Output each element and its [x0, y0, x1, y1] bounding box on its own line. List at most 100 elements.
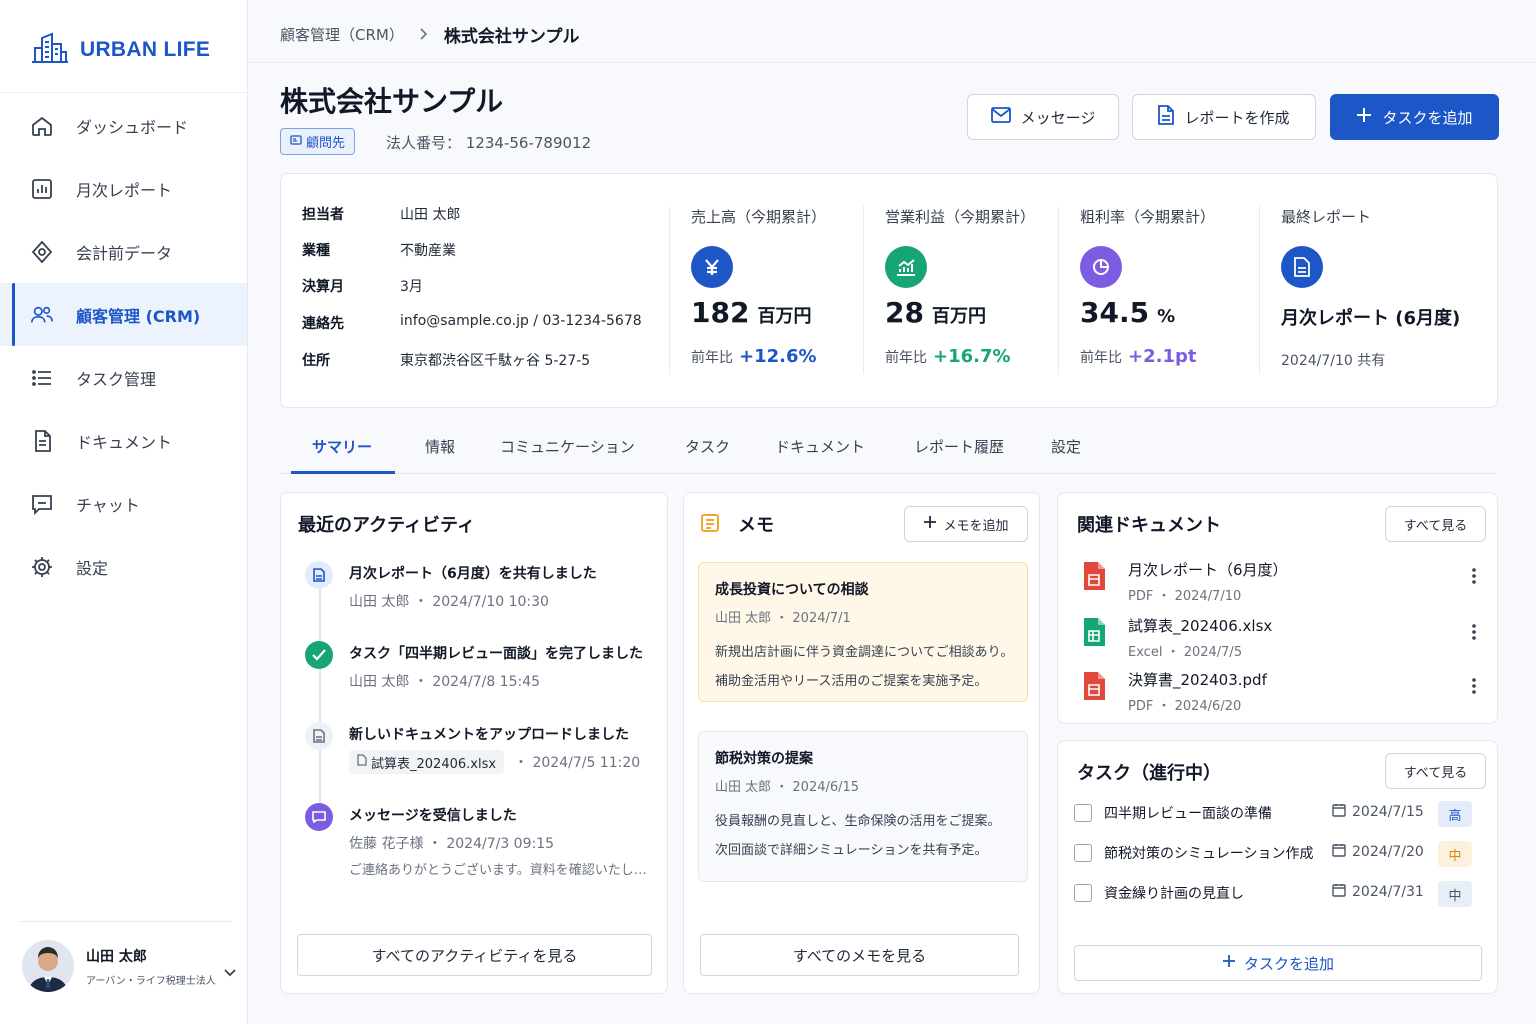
task-item: 節税対策のシミュレーション作成 2024/7/20 中	[1074, 841, 1474, 867]
documents-panel: 関連ドキュメント すべて見る 月次レポート（6月度） PDF ・ 2024/7/…	[1057, 492, 1498, 724]
view-all-documents-button[interactable]: すべて見る	[1385, 506, 1486, 542]
sidebar-item-pre-accounting-data[interactable]: 会計前データ	[0, 220, 247, 283]
priority-badge: 中	[1438, 881, 1472, 907]
task-name: 節税対策のシミュレーション作成	[1104, 846, 1314, 862]
priority-badge: 高	[1438, 801, 1472, 827]
task-due: 2024/7/31	[1332, 883, 1424, 901]
view-all-tasks-button[interactable]: すべて見る	[1385, 753, 1486, 789]
tab-tasks[interactable]: タスク	[685, 436, 730, 457]
page-title: 株式会社サンプル	[280, 85, 504, 118]
sidebar-item-dashboard[interactable]: ダッシュボード	[0, 94, 247, 157]
add-memo-button[interactable]: メモを追加	[904, 506, 1028, 542]
metric-label: 最終レポート	[1281, 208, 1372, 226]
info-value: 東京都渋谷区千駄ヶ谷 5-27-5	[400, 353, 591, 369]
comparison-value: +16.7%	[933, 346, 1011, 367]
tab-documents[interactable]: ドキュメント	[775, 436, 865, 457]
add-task-inline-button[interactable]: タスクを追加	[1074, 945, 1482, 981]
panel-title: メモ	[738, 515, 774, 536]
last-report[interactable]: 最終レポート 月次レポート (6月度) 2024/7/10 共有	[1259, 174, 1497, 409]
memo-title: 節税対策の提案	[715, 751, 813, 767]
more-vertical-icon[interactable]	[1472, 677, 1476, 699]
sidebar-item-monthly-report[interactable]: 月次レポート	[0, 157, 247, 220]
sidebar-item-chat[interactable]: チャット	[0, 472, 247, 535]
document-item[interactable]: 試算表_202406.xlsx Excel ・ 2024/7/5	[1082, 615, 1482, 663]
plus-icon	[1222, 954, 1236, 972]
memo-card[interactable]: 成長投資についての相談 山田 太郎 ・ 2024/7/1 新規出店計画に伴う資金…	[698, 562, 1028, 702]
sidebar-item-tasks[interactable]: タスク管理	[0, 346, 247, 409]
priority-badge: 中	[1438, 841, 1472, 867]
sidebar-item-documents[interactable]: ドキュメント	[0, 409, 247, 472]
comparison-value: +2.1pt	[1128, 346, 1197, 367]
sidebar-item-label: チャット	[76, 495, 140, 515]
breadcrumb-parent[interactable]: 顧客管理（CRM）	[280, 24, 404, 45]
trend-chart-icon	[885, 246, 927, 288]
document-name: 試算表_202406.xlsx	[1128, 617, 1273, 635]
file-name: 試算表_202406.xlsx	[371, 756, 497, 772]
task-checkbox[interactable]	[1074, 804, 1092, 822]
chevron-down-icon[interactable]	[224, 962, 236, 981]
activity-meta: 山田 太郎 ・ 2024/7/10 10:30	[349, 594, 549, 610]
metric-unit: %	[1157, 306, 1176, 327]
document-icon	[1281, 246, 1323, 288]
client-type-badge: 顧問先	[280, 128, 356, 155]
panel-title: 関連ドキュメント	[1077, 515, 1221, 536]
sidebar-item-label: ドキュメント	[76, 432, 173, 452]
badge-label: 顧問先	[306, 136, 346, 151]
calendar-icon	[1332, 803, 1346, 821]
comparison-label: 前年比	[691, 350, 733, 366]
memo-body: 役員報酬の見直しと、生命保険の活用をご提案。 次回面談で詳細シミュレーションを共…	[715, 807, 1011, 865]
sidebar-item-label: タスク管理	[76, 369, 157, 389]
view-all-memos-button[interactable]: すべてのメモを見る	[700, 934, 1019, 976]
metric-sales: 売上高（今期累計） 182 百万円 前年比 +12.6%	[669, 174, 863, 409]
button-label: メッセージ	[1020, 108, 1096, 127]
document-item[interactable]: 月次レポート（6月度） PDF ・ 2024/7/10	[1082, 559, 1482, 607]
add-task-button[interactable]: タスクを追加	[1330, 94, 1499, 140]
task-item: 四半期レビュー面談の準備 2024/7/15 高	[1074, 801, 1474, 827]
view-all-activity-button[interactable]: すべてのアクティビティを見る	[297, 934, 652, 976]
tab-communication[interactable]: コミュニケーション	[500, 436, 635, 457]
metric-comparison: 前年比 +12.6%	[691, 346, 817, 367]
tab-info[interactable]: 情報	[425, 436, 455, 457]
document-name: 月次レポート（6月度）	[1128, 561, 1288, 579]
memo-line: 次回面談で詳細シミュレーションを共有予定。	[715, 843, 988, 858]
home-icon	[30, 114, 54, 138]
button-label: メモを追加	[943, 518, 1009, 534]
metric-value: 28 百万円	[885, 296, 986, 329]
tab-settings[interactable]: 設定	[1051, 436, 1081, 457]
sidebar: URBAN LIFE ダッシュボード 月次レポート 会計前データ 顧客管理 (C…	[0, 0, 248, 1024]
user-menu[interactable]: 山田 太郎 アーバン・ライフ税理士法人	[22, 940, 242, 992]
task-due: 2024/7/20	[1332, 843, 1424, 861]
sidebar-item-crm[interactable]: 顧客管理 (CRM)	[0, 283, 247, 346]
info-key: 業種	[302, 243, 330, 259]
document-name: 決算書_202403.pdf	[1128, 671, 1267, 689]
activity-title: 月次レポート（6月度）を共有しました	[349, 566, 597, 582]
document-item[interactable]: 決算書_202403.pdf PDF ・ 2024/6/20	[1082, 669, 1482, 717]
info-value[interactable]: info@sample.co.jp / 03-1234-5678	[400, 313, 642, 333]
metric-comparison: 前年比 +16.7%	[885, 346, 1011, 367]
building-logo-icon	[30, 32, 70, 68]
task-checkbox[interactable]	[1074, 844, 1092, 862]
memo-body: 新規出店計画に伴う資金調達についてご相談あり。 補助金活用やリース活用のご提案を…	[715, 638, 1013, 696]
breadcrumb-current: 株式会社サンプル	[443, 27, 580, 47]
logo[interactable]: URBAN LIFE	[30, 32, 210, 68]
message-button[interactable]: メッセージ	[967, 94, 1119, 140]
memo-card[interactable]: 節税対策の提案 山田 太郎 ・ 2024/6/15 役員報酬の見直しと、生命保険…	[698, 731, 1028, 882]
task-checkbox[interactable]	[1074, 884, 1092, 902]
more-vertical-icon[interactable]	[1472, 623, 1476, 645]
create-report-button[interactable]: レポートを作成	[1132, 94, 1316, 140]
tab-report-history[interactable]: レポート履歴	[914, 436, 1004, 457]
tab-summary[interactable]: サマリー	[312, 436, 372, 457]
metric-comparison: 前年比 +2.1pt	[1080, 346, 1196, 367]
last-report-title: 月次レポート (6月度)	[1281, 308, 1461, 329]
activity-title: タスク「四半期レビュー面談」を完了しました	[349, 646, 643, 662]
file-chip[interactable]: 試算表_202406.xlsx	[349, 750, 505, 774]
panel-title: タスク（進行中）	[1077, 763, 1221, 784]
sidebar-item-settings[interactable]: 設定	[0, 535, 247, 598]
metric-number: 182	[691, 296, 750, 329]
note-icon	[700, 513, 720, 537]
avatar	[22, 940, 74, 992]
calendar-icon	[1332, 883, 1346, 901]
sidebar-item-label: ダッシュボード	[76, 117, 189, 137]
more-vertical-icon[interactable]	[1472, 567, 1476, 589]
tasks-panel: タスク（進行中） すべて見る 四半期レビュー面談の準備 2024/7/15 高 …	[1057, 740, 1498, 994]
